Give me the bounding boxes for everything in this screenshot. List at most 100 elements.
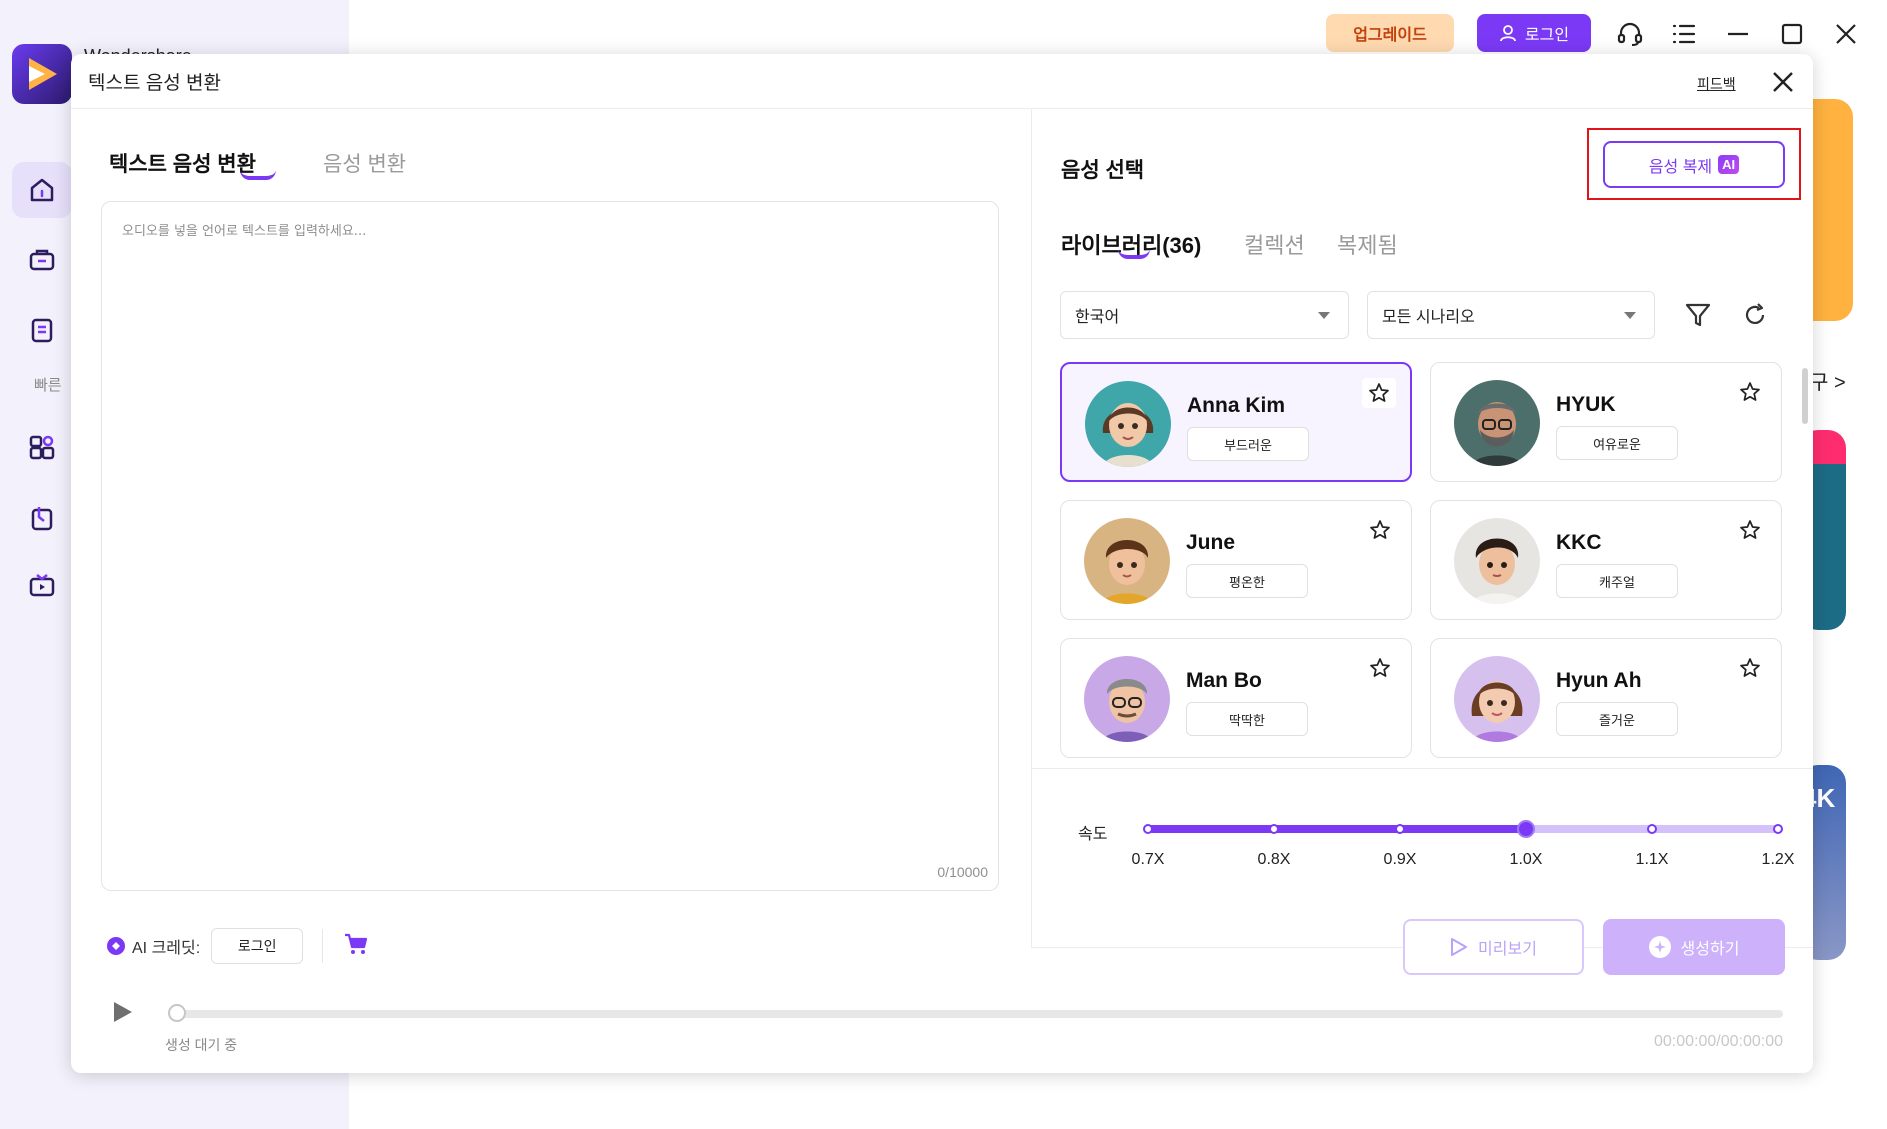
- tab-voice-changer[interactable]: 음성 변환: [323, 148, 406, 178]
- chevron-down-icon: [1624, 312, 1636, 319]
- home-icon[interactable]: [12, 162, 72, 218]
- dialog-title: 텍스트 음성 변환: [88, 73, 221, 94]
- speed-slider-stop[interactable]: [1395, 824, 1405, 834]
- menu-icon[interactable]: [1664, 14, 1704, 54]
- tab-text-to-speech[interactable]: 텍스트 음성 변환: [109, 148, 256, 178]
- tab-collection[interactable]: 컬렉션: [1244, 228, 1305, 260]
- star-icon[interactable]: [1733, 377, 1767, 407]
- speed-label: 속도: [1078, 826, 1108, 843]
- voice-name: Man Bo: [1186, 669, 1262, 692]
- voice-tag: 여유로운: [1556, 426, 1678, 460]
- voice-card-hyun-ah[interactable]: Hyun Ah 즐거운: [1430, 638, 1782, 758]
- ai-credits: AI 크레딧: 로그인: [107, 928, 368, 964]
- filter-icon[interactable]: [1680, 297, 1716, 333]
- speed-slider[interactable]: [1143, 820, 1783, 838]
- sparkle-icon: [1648, 936, 1671, 958]
- more-link[interactable]: 구 >: [1810, 366, 1846, 395]
- ai-badge: AI: [1718, 155, 1740, 174]
- speed-slider-stop[interactable]: [1143, 824, 1153, 834]
- avatar: [1454, 656, 1540, 742]
- headset-icon[interactable]: [1610, 14, 1650, 54]
- toolbox-icon[interactable]: [12, 232, 72, 288]
- panel-divider: [1031, 768, 1813, 769]
- close-icon[interactable]: [1769, 68, 1797, 96]
- avatar: [1454, 518, 1540, 604]
- upgrade-button[interactable]: 업그레이드: [1326, 14, 1454, 52]
- maximize-icon[interactable]: [1772, 14, 1812, 54]
- language-select-value: 한국어: [1075, 309, 1120, 326]
- document-icon[interactable]: [12, 302, 72, 358]
- voice-clone-button[interactable]: 음성 복제 AI: [1603, 141, 1785, 188]
- playback-progress[interactable]: [173, 1010, 1783, 1018]
- panel-divider: [1031, 108, 1032, 948]
- voice-clone-label: 음성 복제: [1648, 158, 1713, 176]
- voice-name: KKC: [1556, 531, 1602, 554]
- credits-login-button[interactable]: 로그인: [211, 928, 304, 964]
- play-icon[interactable]: [109, 997, 137, 1027]
- credits-label: AI 크레딧:: [132, 940, 201, 957]
- voice-card-man-bo[interactable]: Man Bo 딱딱한: [1060, 638, 1412, 758]
- preview-button[interactable]: 미리보기: [1403, 919, 1584, 975]
- refresh-icon[interactable]: [1737, 297, 1773, 333]
- playback-time: 00:00:00/00:00:00: [1653, 1033, 1783, 1050]
- voice-tag: 즐거운: [1556, 702, 1678, 736]
- generate-button[interactable]: 생성하기: [1603, 919, 1785, 975]
- voice-card-hyuk[interactable]: HYUK 여유로운: [1430, 362, 1782, 482]
- speed-slider-fill: [1148, 825, 1526, 833]
- avatar: [1084, 656, 1170, 742]
- quick-label: 빠른: [34, 377, 62, 394]
- cart-icon[interactable]: [344, 933, 368, 960]
- voice-name: Hyun Ah: [1556, 669, 1642, 692]
- generate-label: 생성하기: [1680, 941, 1740, 958]
- star-icon[interactable]: [1733, 653, 1767, 683]
- speed-slider-handle[interactable]: [1517, 820, 1535, 838]
- divider: [71, 108, 1813, 109]
- voice-card-june[interactable]: June 평온한: [1060, 500, 1412, 620]
- preview-label: 미리보기: [1478, 941, 1537, 958]
- avatar: [1085, 381, 1171, 467]
- playback-status: 생성 대기 중: [165, 1037, 238, 1053]
- speed-tick-label: 0.9X: [1383, 851, 1417, 868]
- chevron-down-icon: [1318, 312, 1330, 319]
- apps-icon[interactable]: [12, 420, 72, 476]
- voice-name: Anna Kim: [1187, 394, 1286, 417]
- minimize-icon[interactable]: [1718, 14, 1758, 54]
- voice-list-scrollbar[interactable]: [1802, 368, 1808, 424]
- text-input[interactable]: [122, 220, 972, 860]
- feedback-link[interactable]: 피드백: [1697, 74, 1736, 94]
- speed-slider-stop[interactable]: [1269, 824, 1279, 834]
- speed-tick-label: 0.7X: [1131, 851, 1165, 868]
- language-select[interactable]: 한국어: [1060, 291, 1349, 339]
- voice-tag: 캐주얼: [1556, 564, 1678, 598]
- play-icon: [1451, 938, 1468, 956]
- text-input-box: 0/10000: [101, 201, 999, 891]
- star-icon[interactable]: [1363, 653, 1397, 683]
- tab-active-indicator: [1118, 249, 1150, 259]
- app-logo: [12, 44, 72, 104]
- tab-cloned[interactable]: 복제됨: [1337, 228, 1398, 260]
- edit-icon[interactable]: [12, 490, 72, 546]
- playback-progress-handle[interactable]: [168, 1004, 186, 1022]
- voice-card-kkc[interactable]: KKC 캐주얼: [1430, 500, 1782, 620]
- speed-tick-label: 1.0X: [1509, 851, 1543, 868]
- voice-tag: 딱딱한: [1186, 702, 1308, 736]
- voice-name: June: [1186, 531, 1236, 554]
- star-icon[interactable]: [1362, 378, 1396, 408]
- credit-icon: [107, 937, 125, 955]
- star-icon[interactable]: [1363, 515, 1397, 545]
- speed-slider-stop[interactable]: [1773, 824, 1783, 834]
- login-button[interactable]: 로그인: [1477, 14, 1591, 52]
- tv-icon[interactable]: [12, 558, 72, 614]
- speed-slider-stop[interactable]: [1647, 824, 1657, 834]
- speed-tick-label: 1.1X: [1635, 851, 1669, 868]
- tab-active-indicator: [240, 170, 276, 180]
- user-icon: [1500, 25, 1516, 42]
- avatar: [1454, 380, 1540, 466]
- login-label: 로그인: [1524, 27, 1570, 44]
- speed-tick-label: 0.8X: [1257, 851, 1291, 868]
- voice-select-title: 음성 선택: [1061, 159, 1145, 182]
- star-icon[interactable]: [1733, 515, 1767, 545]
- app-close-icon[interactable]: [1826, 14, 1866, 54]
- scenario-select[interactable]: 모든 시나리오: [1367, 291, 1655, 339]
- voice-card-anna-kim[interactable]: Anna Kim 부드러운: [1060, 362, 1412, 482]
